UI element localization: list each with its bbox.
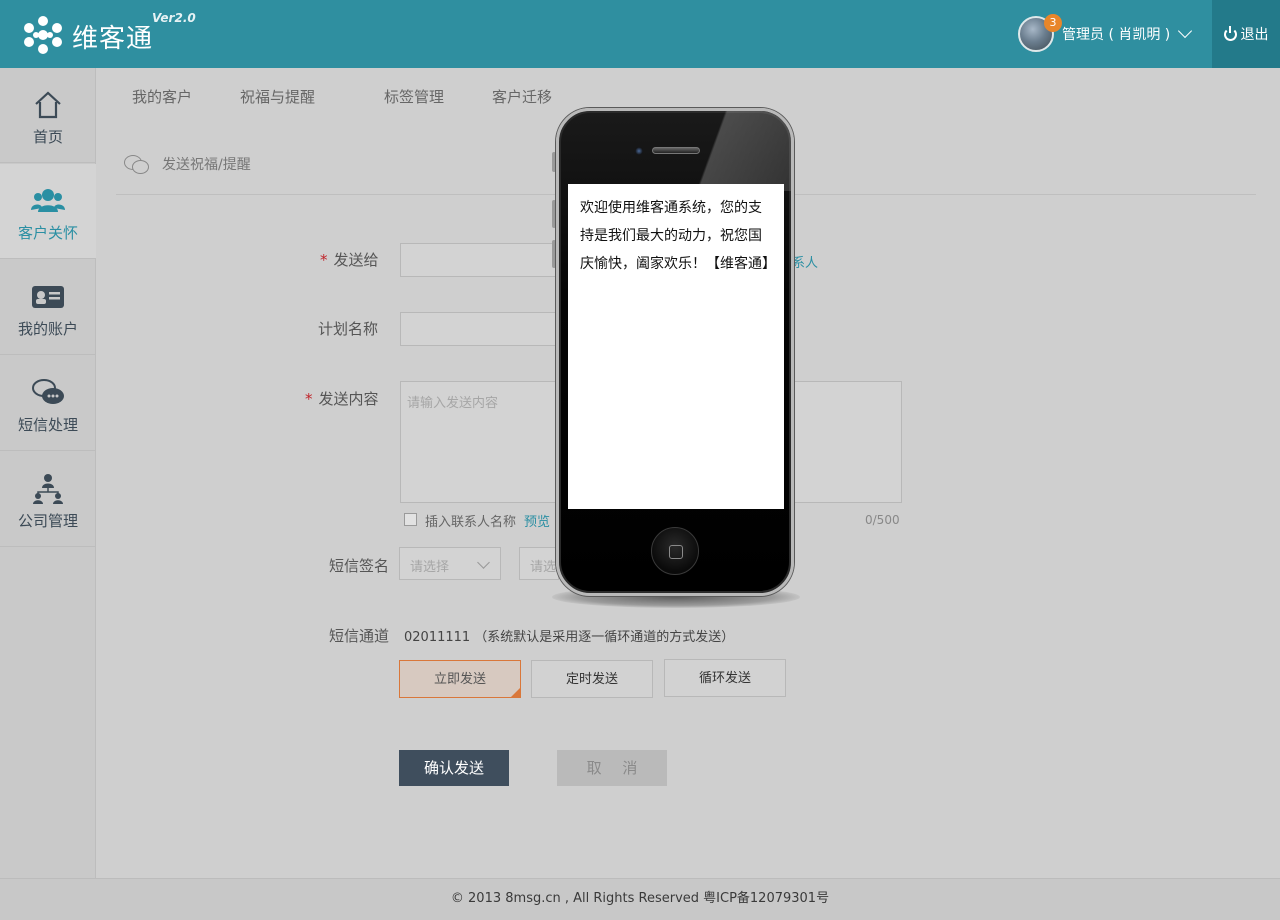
logout-label: 退出	[1240, 27, 1269, 43]
section-title-text: 发送祝福/提醒	[162, 157, 251, 173]
sidebar-item-label: 我的账户	[17, 320, 78, 338]
sidebar-item-label: 客户关怀	[17, 224, 78, 242]
tab-greetings[interactable]: 祝福与提醒	[240, 86, 315, 107]
preview-message: 欢迎使用维客通系统，您的支持是我们最大的动力，祝您国庆愉快，阖家欢乐！【维客通】	[580, 200, 776, 272]
channel-label: 短信通道	[329, 627, 390, 645]
confirm-send-button[interactable]: 确认发送	[399, 750, 509, 786]
org-icon	[33, 474, 63, 504]
content-placeholder: 请输入发送内容	[407, 396, 499, 411]
user-menu[interactable]: 3 管理员 ( 肖凯明 )	[1018, 14, 1193, 52]
chevron-down-icon[interactable]	[1178, 23, 1193, 39]
comment-icon	[124, 155, 149, 174]
signature-placeholder: 请选择	[410, 560, 450, 575]
chat-icon	[32, 379, 64, 404]
sidebar-item-label: 公司管理	[17, 512, 78, 530]
footer: © 2013 8msg.cn , All Rights Reserved 粤IC…	[0, 878, 1280, 920]
home-button-icon	[651, 527, 699, 575]
sidebar-item-sms[interactable]: 短信处理	[0, 356, 96, 451]
tab-migrate[interactable]: 客户迁移	[492, 86, 552, 107]
sidebar-item-company[interactable]: 公司管理	[0, 452, 96, 547]
plan-name-label: 计划名称	[318, 320, 379, 338]
tab-tags[interactable]: 标签管理	[384, 86, 444, 107]
sidebar-item-customer-care[interactable]: 客户关怀	[0, 164, 96, 259]
char-count: 0/500	[865, 513, 900, 527]
insert-contact-label: 插入联系人名称	[425, 515, 517, 530]
channel-value: 02011111 （系统默认是采用逐一循环通道的方式发送）	[404, 630, 735, 645]
avatar[interactable]: 3	[1018, 14, 1062, 52]
send-to-label: * 发送给	[320, 251, 379, 269]
brand-name: 维客通	[72, 24, 154, 54]
preview-link[interactable]: 预览	[524, 511, 550, 530]
sidebar-item-label: 首页	[32, 128, 63, 146]
camera-icon	[635, 147, 643, 155]
version-label: Ver2.0	[152, 11, 196, 25]
content-label: * 发送内容	[305, 390, 379, 408]
send-to-field[interactable]	[400, 243, 560, 277]
notification-badge: 3	[1044, 14, 1062, 32]
section-title: 发送祝福/提醒	[124, 154, 251, 174]
send-now-button[interactable]: 立即发送	[399, 660, 521, 698]
id-card-icon	[32, 286, 64, 308]
phone-preview: 欢迎使用维客通系统，您的支持是我们最大的动力，祝您国庆愉快，阖家欢乐！【维客通】	[556, 108, 794, 596]
sidebar-item-home[interactable]: 首页	[0, 68, 96, 163]
scheduled-send-button[interactable]: 定时发送	[531, 660, 653, 698]
loop-send-button[interactable]: 循环发送	[664, 659, 786, 697]
signature-select-2[interactable]: 请选	[519, 547, 559, 580]
tab-my-customers[interactable]: 我的客户	[132, 86, 192, 107]
logo-icon	[24, 16, 62, 54]
phone-screen: 欢迎使用维客通系统，您的支持是我们最大的动力，祝您国庆愉快，阖家欢乐！【维客通】	[568, 184, 784, 509]
user-name: 管理员 ( 肖凯明 )	[1062, 27, 1171, 43]
chevron-down-icon	[477, 556, 490, 569]
sidebar-item-account[interactable]: 我的账户	[0, 260, 96, 355]
sidebar-item-label: 短信处理	[17, 416, 78, 434]
top-header: 维客通 Ver2.0 3 管理员 ( 肖凯明 ) 退出	[0, 0, 1280, 68]
signature-label: 短信签名	[329, 557, 390, 575]
cancel-button[interactable]: 取 消	[557, 750, 667, 786]
contacts-link[interactable]: 系人	[792, 252, 818, 271]
insert-contact-checkbox[interactable]	[404, 513, 417, 526]
plan-name-field[interactable]	[400, 312, 560, 346]
signature-select[interactable]: 请选择	[399, 547, 501, 580]
speaker-icon	[652, 147, 700, 154]
signature-placeholder-2: 请选	[530, 560, 557, 575]
power-icon	[1223, 25, 1237, 41]
users-icon	[31, 189, 65, 212]
home-icon	[35, 91, 61, 119]
sidebar: 首页 客户关怀 我的账户 短信处理 公司管理	[0, 68, 96, 878]
logout-button[interactable]: 退出	[1212, 0, 1280, 68]
